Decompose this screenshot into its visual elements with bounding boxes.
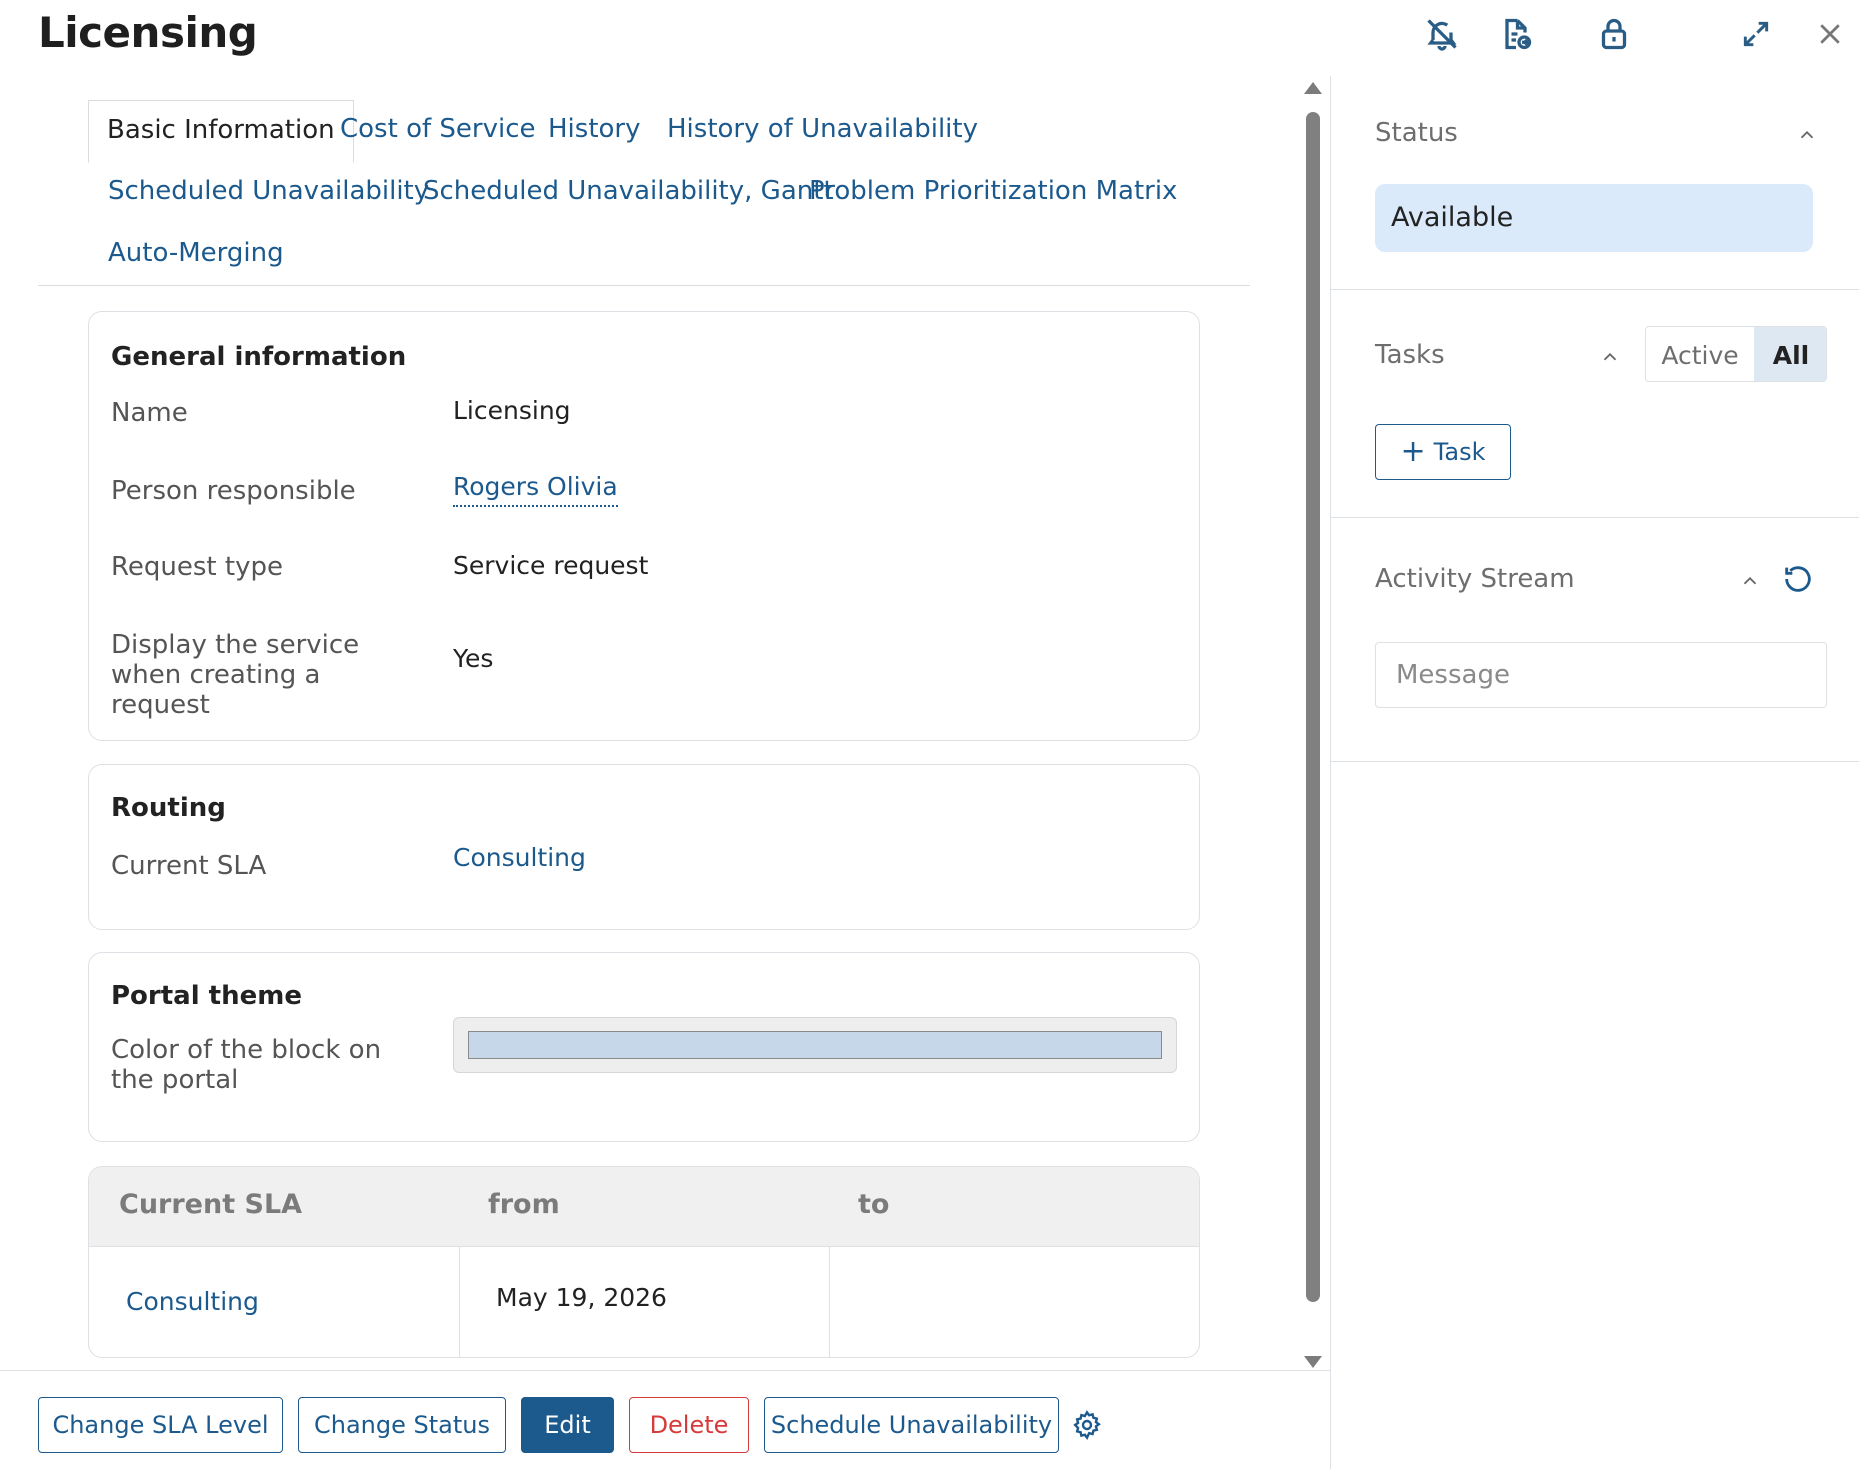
display-service-label: Display the service when creating a requ… <box>111 630 360 720</box>
tab-basic-information[interactable]: Basic Information <box>88 100 354 163</box>
request-type-label: Request type <box>111 552 283 582</box>
gear-icon[interactable] <box>1071 1409 1103 1441</box>
tab-auto-merging[interactable]: Auto-Merging <box>108 238 284 268</box>
tab-scheduled-unavailability[interactable]: Scheduled Unavailability <box>108 176 429 206</box>
expand-icon[interactable] <box>1734 12 1778 56</box>
status-section: Status Available <box>1331 76 1859 290</box>
lock-icon[interactable] <box>1592 12 1636 56</box>
scroll-up-arrow-icon[interactable] <box>1304 82 1322 94</box>
table-header: Current SLA from to <box>89 1167 1199 1247</box>
schedule-unavailability-button[interactable]: Schedule Unavailability <box>764 1397 1059 1453</box>
sla-name-link[interactable]: Consulting <box>126 1287 259 1316</box>
tab-history[interactable]: History <box>548 114 641 144</box>
bell-off-icon[interactable] <box>1420 12 1464 56</box>
add-task-label: Task <box>1433 438 1486 466</box>
current-sla-label: Current SLA <box>111 851 267 881</box>
right-sidebar: Status Available Tasks Active All + Task… <box>1330 76 1859 1469</box>
vertical-scrollbar[interactable] <box>1302 82 1324 1368</box>
close-icon[interactable] <box>1808 12 1852 56</box>
chevron-up-icon[interactable] <box>1739 570 1761 592</box>
plus-icon: + <box>1400 434 1426 469</box>
action-bar: Change SLA Level Change Status Edit Dele… <box>0 1370 1330 1469</box>
activity-stream-section: Activity Stream <box>1331 518 1859 762</box>
change-sla-level-button[interactable]: Change SLA Level <box>38 1397 283 1453</box>
tab-bar: Basic Information Cost of Service Histor… <box>38 100 1250 286</box>
card-title: General information <box>111 342 407 372</box>
sla-table: Current SLA from to Consulting May 19, 2… <box>88 1166 1200 1358</box>
filter-all-option[interactable]: All <box>1754 327 1826 381</box>
column-divider <box>459 1247 460 1357</box>
tab-problem-prioritization-matrix[interactable]: Problem Prioritization Matrix <box>809 176 1177 206</box>
chevron-up-icon[interactable] <box>1599 346 1621 368</box>
column-divider <box>829 1247 830 1357</box>
refresh-icon[interactable] <box>1781 562 1815 596</box>
document-export-icon[interactable] <box>1494 12 1538 56</box>
tasks-filter-toggle: Active All <box>1645 326 1827 382</box>
general-information-card: General information Name Licensing Perso… <box>88 311 1200 741</box>
page-title: Licensing <box>38 8 258 57</box>
display-service-value: Yes <box>453 644 494 673</box>
column-header-from: from <box>488 1189 560 1220</box>
block-color-label: Color of the block on the portal <box>111 1035 382 1095</box>
column-header-to: to <box>858 1189 890 1220</box>
tasks-label: Tasks <box>1375 340 1445 370</box>
tab-cost-of-service[interactable]: Cost of Service <box>340 114 535 144</box>
current-sla-link[interactable]: Consulting <box>453 843 586 872</box>
column-header-current-sla: Current SLA <box>119 1189 303 1220</box>
name-value: Licensing <box>453 396 571 425</box>
person-responsible-link[interactable]: Rogers Olivia <box>453 472 618 507</box>
activity-stream-label: Activity Stream <box>1375 564 1575 594</box>
status-value[interactable]: Available <box>1375 184 1813 252</box>
chevron-up-icon[interactable] <box>1796 124 1818 146</box>
tab-scheduled-unavailability-gantt[interactable]: Scheduled Unavailability, Gantt <box>423 176 834 206</box>
status-label: Status <box>1375 118 1458 148</box>
card-title: Portal theme <box>111 981 302 1011</box>
color-picker-field[interactable] <box>453 1017 1177 1073</box>
edit-button[interactable]: Edit <box>521 1397 614 1453</box>
tab-history-of-unavailability[interactable]: History of Unavailability <box>667 114 978 144</box>
person-responsible-label: Person responsible <box>111 476 356 506</box>
sla-from-date: May 19, 2026 <box>496 1283 667 1312</box>
filter-active-option[interactable]: Active <box>1646 327 1754 381</box>
card-title: Routing <box>111 793 226 823</box>
message-input[interactable] <box>1375 642 1827 708</box>
portal-theme-card: Portal theme Color of the block on the p… <box>88 952 1200 1142</box>
scrollbar-thumb[interactable] <box>1306 112 1320 1302</box>
tasks-section: Tasks Active All + Task <box>1331 290 1859 518</box>
scroll-down-arrow-icon[interactable] <box>1304 1356 1322 1368</box>
name-label: Name <box>111 398 188 428</box>
delete-button[interactable]: Delete <box>629 1397 749 1453</box>
request-type-value: Service request <box>453 551 649 580</box>
change-status-button[interactable]: Change Status <box>298 1397 506 1453</box>
main-content: Basic Information Cost of Service Histor… <box>0 76 1330 1371</box>
routing-card: Routing Current SLA Consulting <box>88 764 1200 930</box>
color-swatch <box>468 1031 1162 1059</box>
add-task-button[interactable]: + Task <box>1375 424 1511 480</box>
